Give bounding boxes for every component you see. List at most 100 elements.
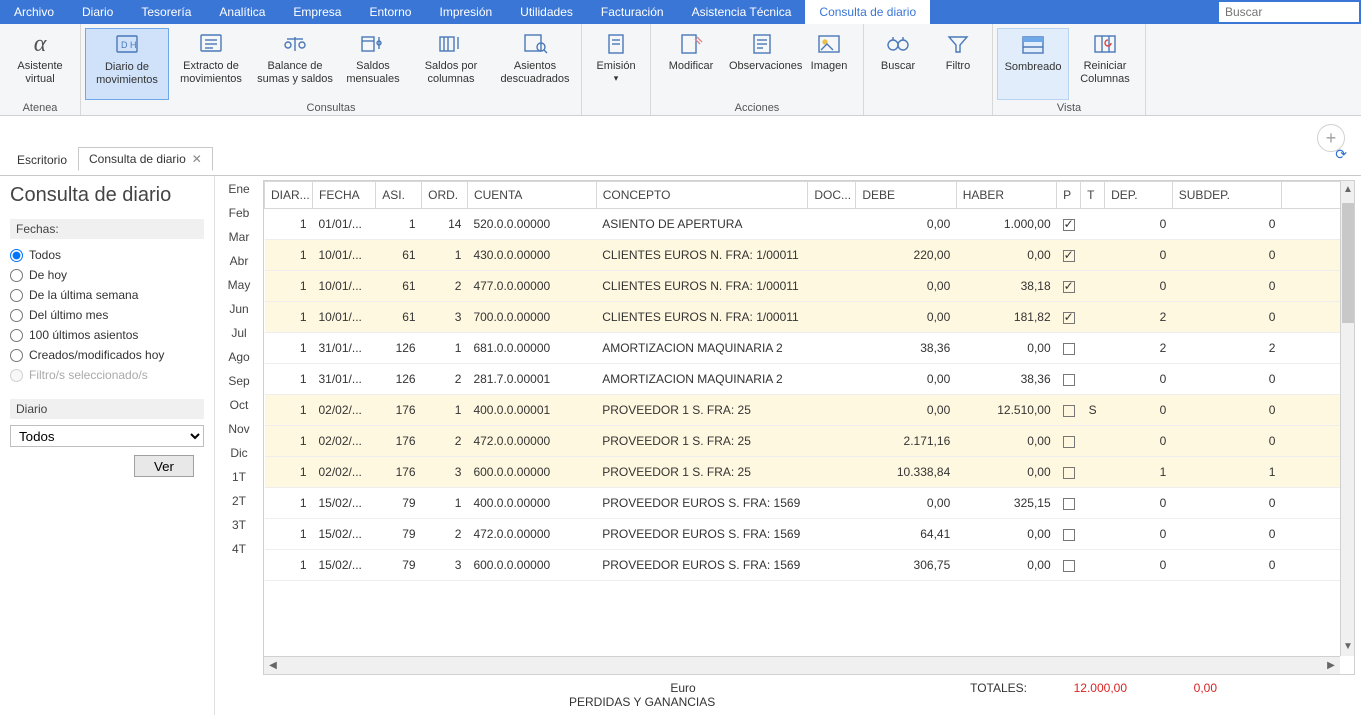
horizontal-scrollbar[interactable]: ◀ ▶ xyxy=(264,656,1340,674)
checkbox-icon[interactable] xyxy=(1063,467,1075,479)
col-header[interactable]: SUBDEP. xyxy=(1172,182,1281,209)
col-header[interactable]: ASI. xyxy=(376,182,422,209)
checkbox-icon[interactable] xyxy=(1063,281,1075,293)
table-row[interactable]: 115/02/...792472.0.0.00000PROVEEDOR EURO… xyxy=(265,519,1354,550)
ribbon-diario-de-movimientos[interactable]: D HDiario de movimientos xyxy=(85,28,169,100)
col-header[interactable]: HABER xyxy=(956,182,1056,209)
radio-input[interactable] xyxy=(10,289,23,302)
col-header[interactable]: CUENTA xyxy=(467,182,596,209)
ribbon-asistente-virtual[interactable]: αAsistente virtual xyxy=(4,28,76,100)
radio-input[interactable] xyxy=(10,269,23,282)
menu-diario[interactable]: Diario xyxy=(68,0,127,24)
col-header[interactable]: DEBE xyxy=(856,182,956,209)
checkbox-icon[interactable] xyxy=(1063,312,1075,324)
table-row[interactable]: 110/01/...613700.0.0.00000CLIENTES EUROS… xyxy=(265,302,1354,333)
close-icon[interactable]: ✕ xyxy=(192,152,202,166)
search-input[interactable] xyxy=(1219,2,1359,22)
checkbox-icon[interactable] xyxy=(1063,250,1075,262)
checkbox-icon[interactable] xyxy=(1063,436,1075,448)
month-2t[interactable]: 2T xyxy=(232,494,246,508)
radio-de-hoy[interactable]: De hoy xyxy=(10,265,204,285)
table-row[interactable]: 102/02/...1761400.0.0.00001PROVEEDOR 1 S… xyxy=(265,395,1354,426)
ribbon-sombreado[interactable]: Sombreado xyxy=(997,28,1069,100)
checkbox-icon[interactable] xyxy=(1063,529,1075,541)
vertical-scrollbar[interactable]: ▲ ▼ xyxy=(1340,181,1354,656)
ribbon-extracto-de-movimientos[interactable]: Extracto de movimientos xyxy=(169,28,253,100)
radio-input[interactable] xyxy=(10,349,23,362)
tab-escritorio[interactable]: Escritorio xyxy=(6,148,78,171)
month-jul[interactable]: Jul xyxy=(231,326,246,340)
checkbox-icon[interactable] xyxy=(1063,219,1075,231)
menu-tesorería[interactable]: Tesorería xyxy=(127,0,205,24)
radio-de-la-ltima-semana[interactable]: De la última semana xyxy=(10,285,204,305)
radio-todos[interactable]: Todos xyxy=(10,245,204,265)
radio-100-ltimos-asientos[interactable]: 100 últimos asientos xyxy=(10,325,204,345)
month-mar[interactable]: Mar xyxy=(229,230,250,244)
table-row[interactable]: 110/01/...612477.0.0.00000CLIENTES EUROS… xyxy=(265,271,1354,302)
checkbox-icon[interactable] xyxy=(1063,343,1075,355)
ribbon-emisión[interactable]: Emisión ▾ xyxy=(586,28,646,100)
col-header[interactable]: P xyxy=(1057,182,1081,209)
ribbon-buscar[interactable]: Buscar xyxy=(868,28,928,100)
menu-impresión[interactable]: Impresión xyxy=(425,0,506,24)
col-header[interactable]: DOC... xyxy=(808,182,856,209)
table-row[interactable]: 115/02/...791400.0.0.00000PROVEEDOR EURO… xyxy=(265,488,1354,519)
radio-creados-modificados-hoy[interactable]: Creados/modificados hoy xyxy=(10,345,204,365)
radio-input[interactable] xyxy=(10,249,23,262)
table-row[interactable]: 102/02/...1762472.0.0.00000PROVEEDOR 1 S… xyxy=(265,426,1354,457)
checkbox-icon[interactable] xyxy=(1063,560,1075,572)
table-row[interactable]: 131/01/...1262281.7.0.00001AMORTIZACION … xyxy=(265,364,1354,395)
menu-empresa[interactable]: Empresa xyxy=(279,0,355,24)
menu-consulta-de-diario[interactable]: Consulta de diario xyxy=(805,0,930,24)
table-row[interactable]: 131/01/...1261681.0.0.00000AMORTIZACION … xyxy=(265,333,1354,364)
menu-asistencia-técnica[interactable]: Asistencia Técnica xyxy=(678,0,806,24)
refresh-icon[interactable]: ⟳ xyxy=(1335,146,1347,163)
month-dic[interactable]: Dic xyxy=(230,446,247,460)
table-row[interactable]: 102/02/...1763600.0.0.00000PROVEEDOR 1 S… xyxy=(265,457,1354,488)
ribbon-saldos-mensuales[interactable]: Saldos mensuales xyxy=(337,28,409,100)
radio-input[interactable] xyxy=(10,309,23,322)
scroll-down-icon[interactable]: ▼ xyxy=(1341,638,1355,656)
radio-del-ltimo-mes[interactable]: Del último mes xyxy=(10,305,204,325)
month-3t[interactable]: 3T xyxy=(232,518,246,532)
scroll-left-icon[interactable]: ◀ xyxy=(264,657,282,675)
col-header[interactable]: ORD. xyxy=(422,182,468,209)
tab-consulta-de-diario[interactable]: Consulta de diario✕ xyxy=(78,147,213,171)
menu-utilidades[interactable]: Utilidades xyxy=(506,0,587,24)
ribbon-modificar[interactable]: Modificar xyxy=(655,28,727,100)
menu-entorno[interactable]: Entorno xyxy=(355,0,425,24)
checkbox-icon[interactable] xyxy=(1063,498,1075,510)
ribbon-balance-de-sumas-y-saldos[interactable]: Balance de sumas y saldos xyxy=(253,28,337,100)
menu-analítica[interactable]: Analítica xyxy=(205,0,279,24)
col-header[interactable]: FECHA xyxy=(313,182,376,209)
month-feb[interactable]: Feb xyxy=(229,206,250,220)
month-may[interactable]: May xyxy=(228,278,251,292)
diario-select[interactable]: Todos xyxy=(10,425,204,447)
ribbon-reiniciar-columnas[interactable]: Reiniciar Columnas xyxy=(1069,28,1141,100)
month-oct[interactable]: Oct xyxy=(230,398,249,412)
menu-archivo[interactable]: Archivo xyxy=(0,0,68,24)
col-header[interactable]: DEP. xyxy=(1105,182,1173,209)
col-header[interactable]: DIAR... xyxy=(265,182,313,209)
scroll-right-icon[interactable]: ▶ xyxy=(1322,657,1340,675)
scroll-thumb[interactable] xyxy=(1342,203,1354,323)
ribbon-asientos-descuadrados[interactable]: Asientos descuadrados xyxy=(493,28,577,100)
table-row[interactable]: 110/01/...611430.0.0.00000CLIENTES EUROS… xyxy=(265,240,1354,271)
month-ago[interactable]: Ago xyxy=(228,350,249,364)
ver-button[interactable]: Ver xyxy=(134,455,194,477)
col-header[interactable]: T xyxy=(1081,182,1105,209)
menu-facturación[interactable]: Facturación xyxy=(587,0,678,24)
month-nov[interactable]: Nov xyxy=(228,422,249,436)
radio-input[interactable] xyxy=(10,329,23,342)
table-row[interactable]: 115/02/...793600.0.0.00000PROVEEDOR EURO… xyxy=(265,550,1354,581)
scroll-up-icon[interactable]: ▲ xyxy=(1341,181,1355,199)
table-row[interactable]: 101/01/...114520.0.0.00000ASIENTO DE APE… xyxy=(265,209,1354,240)
month-sep[interactable]: Sep xyxy=(228,374,249,388)
ribbon-saldos-por-columnas[interactable]: Saldos por columnas xyxy=(409,28,493,100)
month-jun[interactable]: Jun xyxy=(229,302,248,316)
month-1t[interactable]: 1T xyxy=(232,470,246,484)
month-ene[interactable]: Ene xyxy=(228,182,249,196)
ribbon-observaciones[interactable]: Observaciones xyxy=(727,28,799,100)
ribbon-filtro[interactable]: Filtro xyxy=(928,28,988,100)
ribbon-imagen[interactable]: Imagen xyxy=(799,28,859,100)
